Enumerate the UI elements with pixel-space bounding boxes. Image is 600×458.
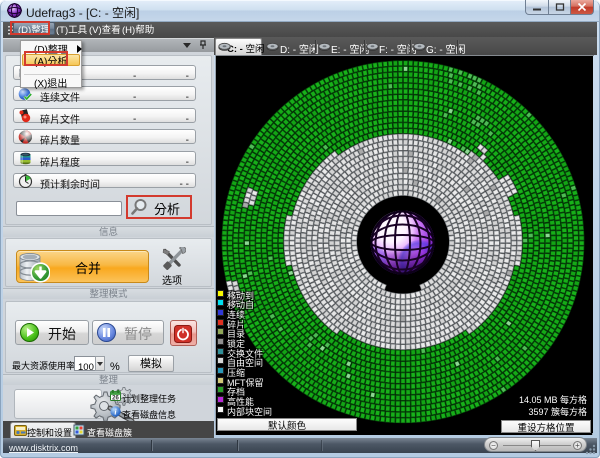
svg-text:26: 26	[112, 392, 119, 401]
